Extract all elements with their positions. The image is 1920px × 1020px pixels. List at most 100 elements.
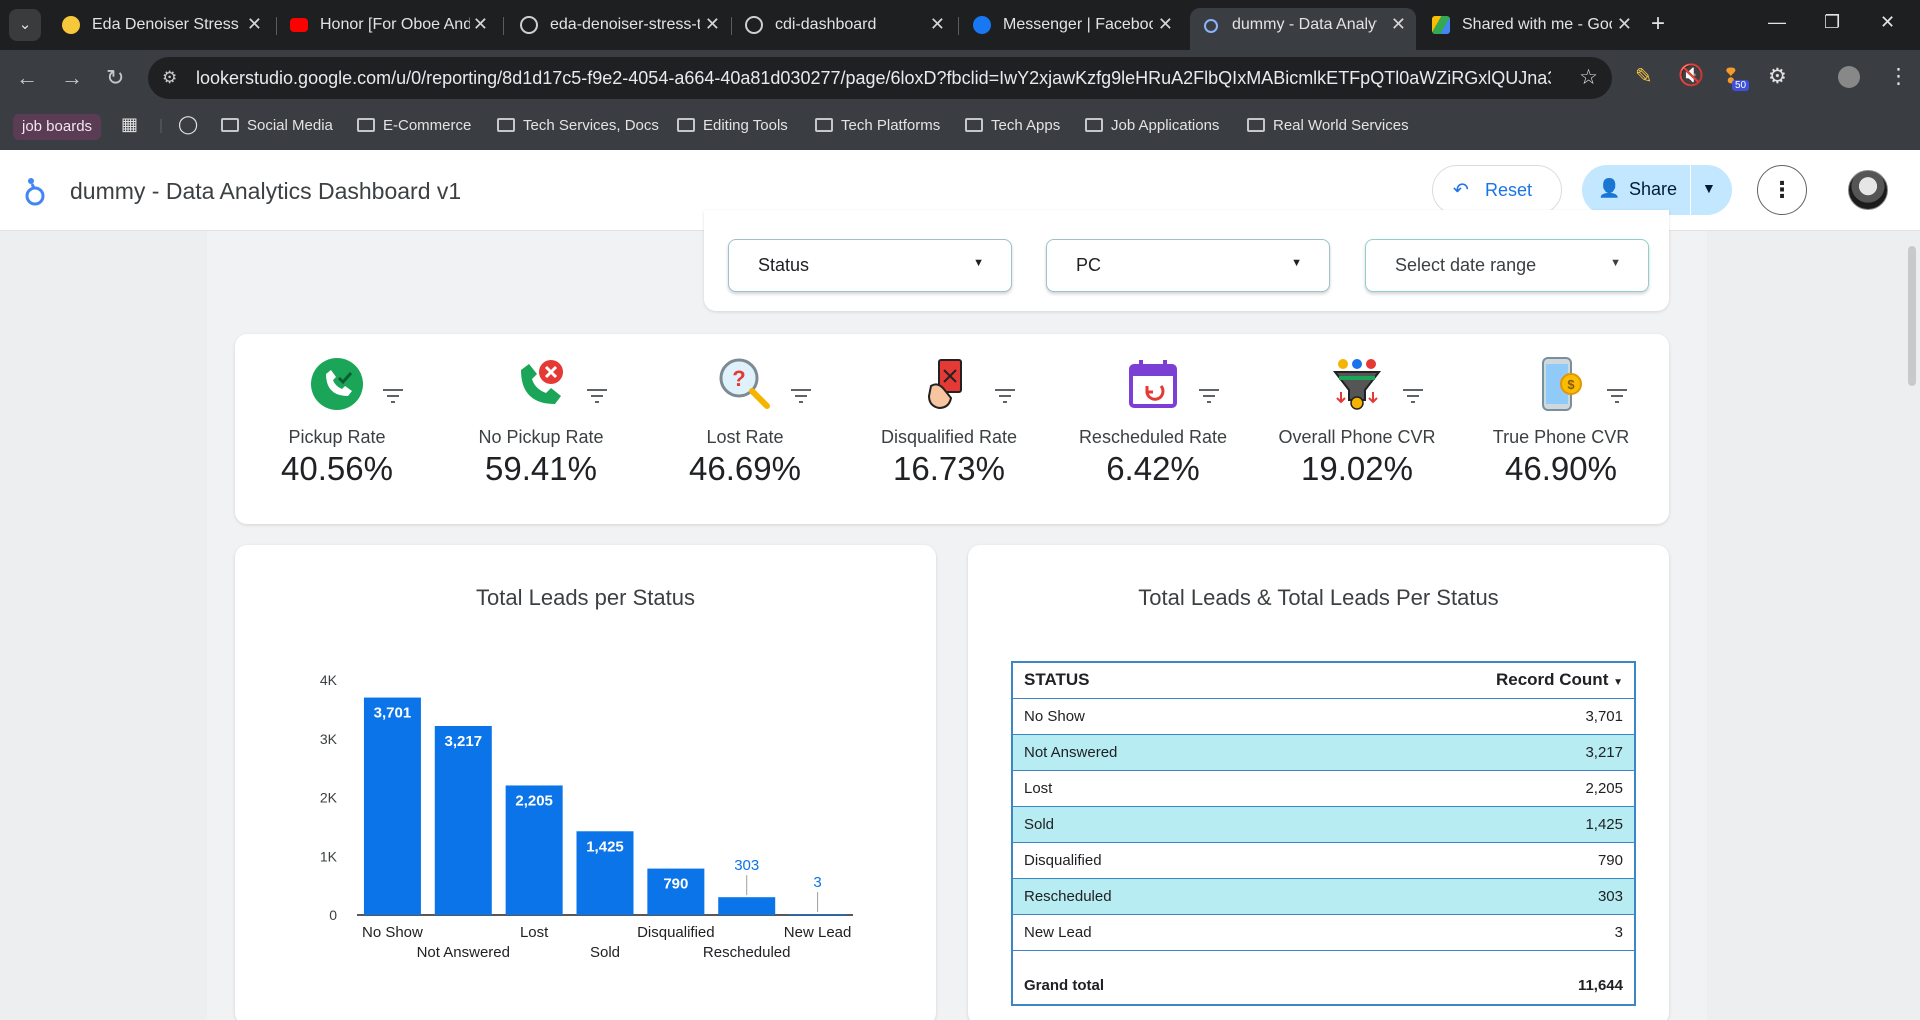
tab-divider xyxy=(731,17,732,35)
bookmark-folder-tech-platforms[interactable]: Tech Platforms xyxy=(815,117,940,134)
browser-tab-strip: ⌄ Eda Denoiser Stress Test ✕ Honor [For … xyxy=(0,0,1920,50)
magnifier-question-icon: ? xyxy=(719,358,770,409)
address-bar[interactable]: ⚙ lookerstudio.google.com/u/0/reporting/… xyxy=(148,57,1612,99)
bar-rescheduled[interactable] xyxy=(718,897,776,915)
status-filter-dropdown[interactable]: Status ▼ xyxy=(728,239,1012,292)
filter-icon[interactable] xyxy=(791,388,811,404)
folder-icon xyxy=(1247,118,1265,132)
kpi-label: Rescheduled Rate xyxy=(1078,427,1228,447)
filter-icon[interactable] xyxy=(1607,388,1627,404)
bar-no-show[interactable] xyxy=(363,697,421,915)
looker-studio-logo-icon[interactable] xyxy=(20,174,48,208)
browser-tab-messenger[interactable]: Messenger | Facebook ✕ xyxy=(961,8,1183,42)
reload-icon[interactable]: ↻ xyxy=(106,65,124,91)
pc-filter-dropdown[interactable]: PC ▼ xyxy=(1046,239,1330,292)
bookmark-folder-tech-apps[interactable]: Tech Apps xyxy=(965,117,1060,134)
bookmark-job-boards[interactable]: job boards xyxy=(13,114,102,140)
extensions-puzzle-icon[interactable]: ⚙ xyxy=(1768,64,1787,89)
bookmark-folder-tech-services[interactable]: Tech Services, Docs xyxy=(497,117,659,134)
browser-tab-looker-active[interactable]: dummy - Data Analytics Dashboard v1 ✕ xyxy=(1190,8,1416,50)
globe-icon[interactable]: ◯ xyxy=(178,114,198,135)
new-tab-button[interactable]: + xyxy=(1651,10,1665,38)
filter-bar: Status ▼ PC ▼ Select date range ▼ xyxy=(704,210,1669,311)
table-row[interactable]: Lost 2,205 xyxy=(1012,770,1635,807)
kpi-no-pickup-rate[interactable]: No Pickup Rate 59.41% xyxy=(439,334,643,524)
more-options-button[interactable]: ⋮ xyxy=(1757,165,1807,215)
table-row[interactable]: Not Answered 3,217 xyxy=(1012,734,1635,771)
close-icon[interactable]: ✕ xyxy=(930,14,945,35)
browser-tab-google-drive[interactable]: Shared with me - Google Drive ✕ xyxy=(1420,8,1642,42)
kpi-rescheduled-rate[interactable]: Rescheduled Rate 6.42% xyxy=(1051,334,1255,524)
avatar[interactable] xyxy=(1848,170,1888,210)
tab-title: Shared with me - Google Drive xyxy=(1462,16,1612,33)
close-icon[interactable]: ✕ xyxy=(1391,14,1406,35)
bar-new-lead[interactable] xyxy=(789,914,847,915)
tab-title: cdi-dashboard xyxy=(775,16,877,33)
sort-descending-icon[interactable]: ▼ xyxy=(1613,677,1623,688)
report-title[interactable]: dummy - Data Analytics Dashboard v1 xyxy=(70,178,461,205)
filter-icon[interactable] xyxy=(1403,388,1423,404)
browser-menu-icon[interactable]: ⋮ xyxy=(1888,64,1909,89)
browser-tab-cdi-dashboard[interactable]: cdi-dashboard ✕ xyxy=(733,8,955,42)
site-settings-icon[interactable]: ⚙ xyxy=(162,68,177,88)
bookmark-star-icon[interactable]: ☆ xyxy=(1579,65,1598,90)
kpi-value: 6.42% xyxy=(1106,450,1200,487)
date-range-picker[interactable]: Select date range ▼ xyxy=(1365,239,1649,292)
bookmarks-bar: job boards ▦ | ◯ Social Media E-Commerce… xyxy=(0,106,1920,150)
table-row[interactable]: Sold 1,425 xyxy=(1012,806,1635,843)
bookmark-folder-social-media[interactable]: Social Media xyxy=(221,117,333,134)
column-header-record-count[interactable]: Record Count ▼ xyxy=(1284,662,1635,699)
tab-search-button[interactable]: ⌄ xyxy=(9,9,41,41)
facebook-icon xyxy=(973,16,991,34)
filter-icon[interactable] xyxy=(1199,388,1219,404)
kpi-lost-rate[interactable]: ? Lost Rate 46.69% xyxy=(643,334,847,524)
kpi-disqualified-rate[interactable]: Disqualified Rate 16.73% xyxy=(847,334,1051,524)
share-button[interactable]: 👤 Share ▼ xyxy=(1582,165,1732,215)
kpi-pickup-rate[interactable]: Pickup Rate 40.56% xyxy=(235,334,439,524)
close-icon[interactable]: ✕ xyxy=(705,14,720,35)
kpi-value: 19.02% xyxy=(1301,450,1413,487)
browser-tab-eda-github[interactable]: eda-denoiser-stress-test ✕ xyxy=(508,8,730,42)
kpi-true-phone-cvr[interactable]: $ True Phone CVR 46.90% xyxy=(1459,334,1663,524)
table-row[interactable]: No Show 3,701 xyxy=(1012,698,1635,735)
apps-grid-icon[interactable]: ▦ xyxy=(121,114,138,135)
close-icon[interactable]: ✕ xyxy=(247,14,262,35)
reset-button[interactable]: ↶ Reset xyxy=(1432,165,1562,215)
window-close-icon[interactable]: ✕ xyxy=(1880,12,1895,33)
restore-icon[interactable]: ❐ xyxy=(1824,12,1840,33)
filter-icon[interactable] xyxy=(995,388,1015,404)
close-icon[interactable]: ✕ xyxy=(1617,14,1632,35)
column-header-status[interactable]: STATUS xyxy=(1012,662,1285,699)
tab-title: eda-denoiser-stress-test xyxy=(550,16,700,33)
table-row[interactable]: Rescheduled 303 xyxy=(1012,878,1635,915)
minimize-icon[interactable]: — xyxy=(1768,12,1786,33)
browser-tab-eda-denoiser[interactable]: Eda Denoiser Stress Test ✕ xyxy=(50,8,272,42)
bar-not-answered[interactable] xyxy=(434,726,492,915)
highlighter-extension-icon[interactable]: ✎ xyxy=(1635,64,1653,89)
profile-avatar-icon[interactable] xyxy=(1838,66,1860,88)
bookmark-folder-editing-tools[interactable]: Editing Tools xyxy=(677,117,788,134)
filter-icon[interactable] xyxy=(587,388,607,404)
bookmark-folder-e-commerce[interactable]: E-Commerce xyxy=(357,117,471,134)
close-icon[interactable]: ✕ xyxy=(473,14,488,35)
share-dropdown-icon[interactable]: ▼ xyxy=(1702,180,1716,196)
tab-title: Eda Denoiser Stress Test xyxy=(92,16,242,33)
bookmark-folder-real-world-services[interactable]: Real World Services xyxy=(1247,117,1409,134)
url-text[interactable]: lookerstudio.google.com/u/0/reporting/8d… xyxy=(196,68,1551,89)
forward-arrow-icon[interactable]: → xyxy=(61,65,83,91)
svg-text:?: ? xyxy=(732,366,745,391)
close-icon[interactable]: ✕ xyxy=(1158,14,1173,35)
leads-per-status-bar-chart[interactable]: 0 1K 2K 3K 4K 3,701 No Show 3,217 Not Answered 2,… xyxy=(235,545,936,1020)
mute-tab-icon[interactable]: 🔇 xyxy=(1678,64,1704,88)
reset-label: Reset xyxy=(1485,180,1533,200)
kpi-value: 16.73% xyxy=(893,450,1005,487)
browser-tab-youtube[interactable]: Honor [For Oboe And Piano] ✕ xyxy=(278,8,498,42)
table-row[interactable]: New Lead 3 xyxy=(1012,914,1635,951)
kpi-overall-phone-cvr[interactable]: Overall Phone CVR 19.02% xyxy=(1255,334,1459,524)
back-arrow-icon[interactable]: ← xyxy=(16,65,38,91)
page-scrollbar[interactable] xyxy=(1908,246,1916,386)
x-tick-label: Disqualified xyxy=(637,924,715,941)
table-row[interactable]: Disqualified 790 xyxy=(1012,842,1635,879)
filter-icon[interactable] xyxy=(383,388,403,404)
bookmark-folder-job-applications[interactable]: Job Applications xyxy=(1085,117,1219,134)
